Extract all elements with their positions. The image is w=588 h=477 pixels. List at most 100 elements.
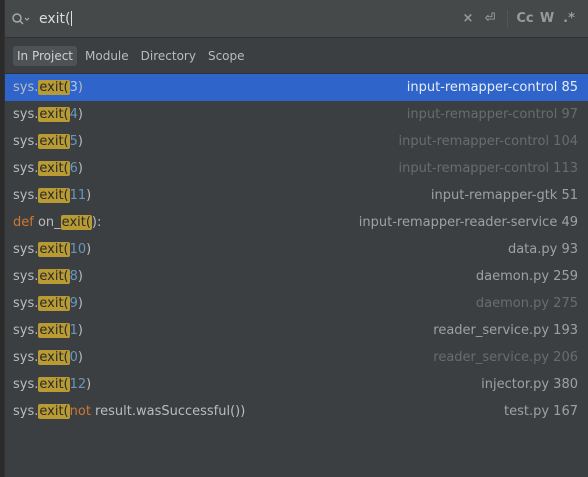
result-code: sys.exit(3)	[13, 80, 83, 95]
code-match-highlight: exit(	[38, 80, 70, 95]
result-row[interactable]: sys.exit(11) input-remapper-gtk 51	[5, 182, 588, 209]
code-number: 12	[69, 377, 87, 392]
code-prefix: sys.	[13, 107, 39, 122]
code-number: 6	[69, 161, 78, 176]
code-number: 0	[69, 350, 78, 365]
scope-tabs: In Project Module Directory Scope	[5, 38, 588, 74]
code-match-highlight: exit(	[38, 296, 70, 311]
match-case-button[interactable]: Cc	[514, 9, 536, 29]
code-prefix: sys.	[13, 242, 39, 257]
code-match-highlight: exit(	[38, 269, 70, 284]
code-prefix: sys.	[13, 350, 39, 365]
result-file-location: input-remapper-control 104	[398, 134, 578, 149]
code-suffix: )	[86, 377, 92, 392]
code-prefix: sys.	[13, 80, 39, 95]
result-code: sys.exit(1)	[13, 323, 83, 338]
tab-scope[interactable]: Scope	[204, 46, 249, 66]
result-code: sys.exit(6)	[13, 161, 83, 176]
result-row[interactable]: sys.exit(4) input-remapper-control 97	[5, 101, 588, 128]
code-match-highlight: exit(	[38, 161, 70, 176]
code-prefix: sys.	[13, 296, 39, 311]
new-line-icon[interactable]: ⏎	[479, 9, 501, 29]
code-number: 3	[69, 80, 78, 95]
code-number: 11	[69, 188, 87, 203]
code-prefix: on_	[37, 215, 61, 230]
result-row[interactable]: sys.exit(6) input-remapper-control 113	[5, 155, 588, 182]
code-number: 9	[69, 296, 78, 311]
result-file-location: input-remapper-reader-service 49	[358, 215, 578, 230]
result-code: sys.exit(not result.wasSuccessful())	[13, 404, 245, 419]
result-file-location: input-remapper-control 97	[406, 107, 578, 122]
code-suffix: )	[86, 242, 92, 257]
code-prefix: sys.	[13, 161, 39, 176]
result-file-location: reader_service.py 206	[433, 350, 578, 365]
code-match-highlight: exit(	[60, 215, 92, 230]
code-prefix: sys.	[13, 269, 39, 284]
result-code: def on_exit():	[13, 215, 101, 230]
text-caret	[70, 11, 72, 26]
search-input[interactable]: exit(	[39, 11, 457, 27]
result-row[interactable]: sys.exit(8) daemon.py 259	[5, 263, 588, 290]
result-row[interactable]: sys.exit(9) daemon.py 275	[5, 290, 588, 317]
code-match-highlight: exit(	[38, 404, 70, 419]
code-suffix: )	[77, 161, 83, 176]
result-code: sys.exit(10)	[13, 242, 91, 257]
result-row[interactable]: sys.exit(3) input-remapper-control 85	[5, 74, 588, 101]
search-icon[interactable]	[11, 11, 33, 27]
code-suffix: )	[77, 323, 83, 338]
whole-words-button[interactable]: W	[536, 9, 558, 29]
result-row[interactable]: sys.exit(5) input-remapper-control 104	[5, 128, 588, 155]
tab-module[interactable]: Module	[81, 46, 133, 66]
code-prefix: sys.	[13, 404, 39, 419]
clear-icon[interactable]: ×	[457, 9, 479, 29]
result-row[interactable]: sys.exit(12) injector.py 380	[5, 371, 588, 398]
code-prefix: sys.	[13, 134, 39, 149]
code-match-highlight: exit(	[38, 323, 70, 338]
code-suffix: )	[77, 107, 83, 122]
result-code: sys.exit(8)	[13, 269, 83, 284]
code-suffix: )	[77, 134, 83, 149]
code-match-highlight: exit(	[38, 134, 70, 149]
result-row[interactable]: def on_exit(): input-remapper-reader-serv…	[5, 209, 588, 236]
result-file-location: data.py 93	[507, 242, 578, 257]
result-file-location: daemon.py 259	[475, 269, 578, 284]
regex-button[interactable]: .*	[558, 9, 580, 29]
result-file-location: injector.py 380	[481, 377, 578, 392]
result-row[interactable]: sys.exit(0) reader_service.py 206	[5, 344, 588, 371]
result-code: sys.exit(5)	[13, 134, 83, 149]
code-prefix: sys.	[13, 188, 39, 203]
search-bar: exit( × ⏎ Cc W .*	[5, 0, 588, 38]
code-keyword: not	[69, 404, 91, 419]
code-number: 8	[69, 269, 78, 284]
code-match-highlight: exit(	[38, 188, 70, 203]
code-match-highlight: exit(	[38, 350, 70, 365]
search-options: × ⏎ Cc W .*	[457, 9, 580, 29]
code-number: 10	[69, 242, 87, 257]
result-file-location: input-remapper-control 85	[406, 80, 578, 95]
code-match-highlight: exit(	[38, 242, 70, 257]
code-suffix: ):	[91, 215, 102, 230]
result-file-location: daemon.py 275	[475, 296, 578, 311]
code-prefix: sys.	[13, 323, 39, 338]
code-suffix: )	[77, 296, 83, 311]
result-code: sys.exit(12)	[13, 377, 91, 392]
tab-in-project[interactable]: In Project	[13, 45, 78, 66]
result-code: sys.exit(9)	[13, 296, 83, 311]
results-list: sys.exit(3) input-remapper-control 85 sys.…	[5, 74, 588, 425]
result-row[interactable]: sys.exit(not result.wasSuccessful()) test…	[5, 398, 588, 425]
code-suffix: )	[77, 80, 83, 95]
toolbar-separator	[507, 9, 508, 28]
code-suffix: )	[77, 269, 83, 284]
result-row[interactable]: sys.exit(10) data.py 93	[5, 236, 588, 263]
result-code: sys.exit(11)	[13, 188, 91, 203]
code-match-highlight: exit(	[38, 377, 70, 392]
code-number: 5	[69, 134, 78, 149]
code-suffix: )	[86, 188, 92, 203]
result-code: sys.exit(0)	[13, 350, 83, 365]
code-suffix: )	[77, 350, 83, 365]
code-keyword: def	[13, 215, 38, 230]
result-row[interactable]: sys.exit(1) reader_service.py 193	[5, 317, 588, 344]
result-file-location: input-remapper-gtk 51	[430, 188, 578, 203]
tab-directory[interactable]: Directory	[137, 46, 200, 66]
result-file-location: input-remapper-control 113	[398, 161, 578, 176]
